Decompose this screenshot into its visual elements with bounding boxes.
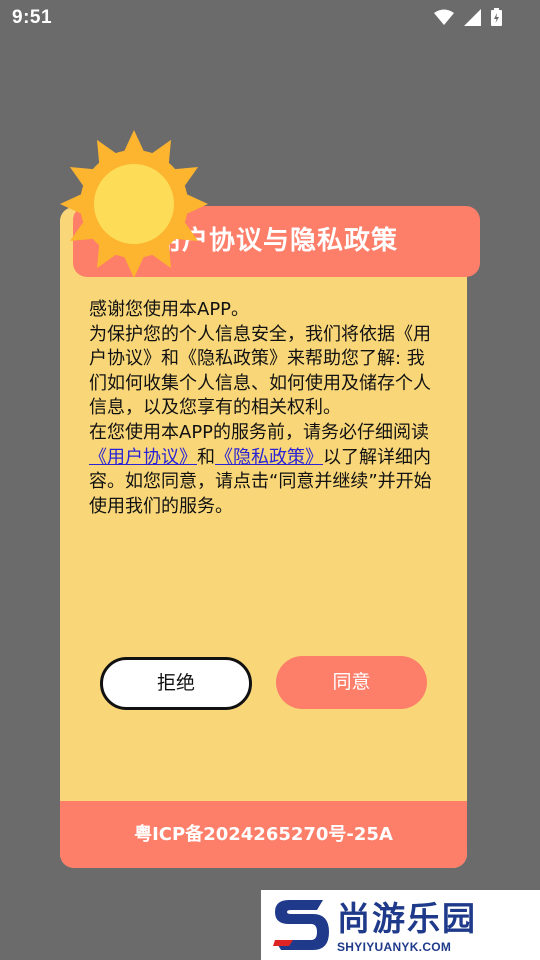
read-instructions-text: 在您使用本APP的服务前，请务必仔细阅读《用户协议》和《隐私政策》以了解详细内容… (89, 421, 437, 519)
icp-record-text: 粤ICP备2024265270号-25A (134, 824, 393, 845)
status-bar: 9:51 (0, 0, 540, 36)
watermark-domain: SHYIYUANYK.COM (337, 940, 452, 954)
agree-button[interactable]: 同意 (276, 656, 427, 709)
user-agreement-link[interactable]: 《用户协议》 (89, 447, 197, 468)
site-watermark: 尚游乐园 SHYIYUANYK.COM (261, 890, 540, 960)
dialog-footer: 粤ICP备2024265270号-25A (60, 801, 467, 868)
policy-explanation-text: 为保护您的个人信息安全，我们将依据《用户协议》和《隐私政策》来帮助您了解: 我们… (89, 323, 431, 419)
watermark-name: 尚游乐园 (337, 899, 477, 938)
battery-icon (491, 8, 502, 30)
refuse-button[interactable]: 拒绝 (100, 657, 252, 710)
watermark-logo-icon (271, 896, 331, 958)
status-time: 9:51 (12, 7, 53, 28)
read-prefix-text: 在您使用本APP的服务前，请务必仔细阅读 (89, 421, 430, 443)
dialog-body: 感谢您使用本APP。 为保护您的个人信息安全，我们将依据《用户协议》和《隐私政策… (89, 298, 437, 519)
sun-icon (58, 128, 210, 280)
signal-icon (464, 8, 481, 30)
wifi-icon (434, 9, 454, 29)
and-text: 和 (197, 446, 215, 468)
intro-text: 感谢您使用本APP。 (89, 299, 250, 320)
privacy-policy-link[interactable]: 《隐私政策》 (215, 447, 323, 468)
status-icons (434, 8, 502, 30)
